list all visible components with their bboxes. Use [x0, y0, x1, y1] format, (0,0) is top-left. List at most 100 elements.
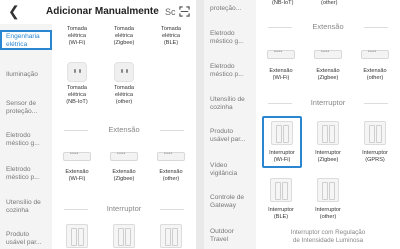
tile-label: Extensão	[112, 169, 136, 175]
sidebar-item-label: Produto usável par...	[210, 128, 246, 143]
tile-label: Extensão	[316, 68, 340, 74]
device-tile[interactable]: Tomada elétrica (NB-IoT)	[55, 62, 99, 105]
device-tile[interactable]	[149, 224, 193, 248]
device-tile[interactable]: Tomada elétrica (Zigbee)	[102, 26, 146, 46]
sidebar-item-sensor[interactable]: Sensor de proteção...	[0, 100, 46, 116]
top-bar: ❮ Adicionar Manualmente Sc	[0, 0, 196, 24]
device-tile[interactable]: Interruptor (BLE)	[259, 178, 303, 221]
tile-label: Tomada	[67, 26, 87, 32]
sidebar-item-cozinha[interactable]: Utensílio de cozinha	[204, 96, 250, 112]
device-tile[interactable]: Extensão (other)	[149, 151, 193, 183]
section-header-interruptor: Interruptor	[256, 98, 400, 108]
device-tile[interactable]: Extensão (Wi-Fi)	[259, 49, 303, 82]
tile-label: (Wi-Fi)	[273, 156, 291, 163]
chevron-left-icon[interactable]: ❮	[8, 4, 22, 18]
tile-label: (NB-IoT)	[272, 0, 294, 6]
tile-label: Tomada	[114, 85, 134, 91]
sidebar-item-usavel[interactable]: Produto usável par...	[0, 231, 46, 247]
tile-label: Interruptor	[315, 150, 341, 156]
scan-label[interactable]: Sc	[165, 7, 176, 17]
screen-divider	[196, 0, 204, 249]
sidebar-item-video[interactable]: Vídeo vigilância	[204, 162, 250, 178]
sidebar-item-eletrodo-g[interactable]: Eletrodo méstico g...	[0, 132, 46, 148]
sidebar-item-label: Utensílio de cozinha	[6, 199, 41, 214]
tile-label: (NB-IoT)	[66, 98, 88, 105]
power-strip-icon	[267, 49, 295, 59]
device-tile[interactable]	[55, 224, 99, 248]
tile-label: (Zigbee)	[317, 74, 339, 81]
sidebar-item-label: Utensílio de cozinha	[210, 96, 245, 111]
sidebar-item-label: Iluminação	[6, 71, 38, 78]
tile-label: (other)	[319, 213, 337, 220]
tile-label: (BLE)	[273, 213, 289, 220]
tile-label: elétrica	[114, 91, 134, 98]
section-header-extensao: Extensão	[256, 22, 400, 32]
tile-label: Tomada	[161, 26, 181, 32]
section-header-extensao: Extensão	[52, 125, 196, 135]
switch-icon	[271, 121, 293, 145]
sidebar-item-gateway[interactable]: Controle de Gateway	[204, 194, 250, 210]
device-tile[interactable]: Interruptor (other)	[306, 178, 350, 221]
tile-label: (GPRS)	[365, 156, 385, 163]
device-tile[interactable]: Interruptor (GPRS)	[353, 121, 397, 164]
switch-icon	[270, 178, 292, 202]
sidebar-item-protecao[interactable]: proteção...	[204, 5, 256, 13]
tile-label: (other)	[115, 98, 133, 105]
tile-label: Tomada	[114, 26, 134, 32]
device-tile[interactable]	[102, 224, 146, 248]
category-sidebar: Engenharia elétrica Iluminação Sensor de…	[0, 24, 52, 249]
device-tile[interactable]: Interruptor (Zigbee)	[306, 121, 350, 164]
sidebar-item-label: Outdoor Travel	[210, 228, 234, 243]
tile-label: (other)	[366, 74, 384, 81]
device-tile[interactable]: Tomada elétrica (other)	[102, 62, 146, 105]
sidebar-item-outdoor[interactable]: Outdoor Travel	[204, 228, 250, 244]
tile-label: Tomada	[67, 85, 87, 91]
tile-label: (Zigbee)	[113, 39, 135, 46]
sidebar-item-usavel[interactable]: Produto usável par...	[204, 128, 250, 144]
section-header-dimmer: Interruptor com Regulação de Intensidade…	[256, 229, 400, 245]
device-tile-selected[interactable]: Interruptor (Wi-Fi)	[262, 116, 302, 168]
tile-label: (Wi-Fi)	[68, 39, 86, 46]
tile-label: (Wi-Fi)	[272, 74, 290, 81]
section-title: de Intensidade Luminosa	[292, 237, 364, 244]
sidebar-item-label: Eletrodo méstico p...	[210, 63, 244, 78]
sidebar-item-engenharia[interactable]: Engenharia elétrica	[0, 30, 52, 50]
scan-icon[interactable]	[179, 6, 190, 17]
device-grid: (NB-IoT) (other) Extensão Extensão (Wi-F…	[256, 0, 400, 249]
sidebar-item-label: Engenharia elétrica	[6, 33, 40, 48]
tile-label: (Wi-Fi)	[68, 175, 86, 182]
tile-label: Interruptor	[315, 207, 341, 213]
sidebar-item-cozinha[interactable]: Utensílio de cozinha	[0, 199, 46, 215]
power-strip-icon	[157, 151, 185, 161]
device-tile[interactable]: Extensão (Wi-Fi)	[55, 151, 99, 183]
sidebar-item-label: Eletrodo méstico p...	[6, 166, 40, 181]
sidebar-item-label: Eletrodo méstico g...	[210, 30, 244, 45]
right-screen: proteção... Eletrodo méstico g... Eletro…	[204, 0, 400, 249]
power-strip-icon	[314, 49, 342, 59]
switch-icon	[66, 224, 88, 248]
device-tile[interactable]: Extensão (Zigbee)	[102, 151, 146, 183]
tile-label: (BLE)	[163, 39, 179, 46]
tile-label: Interruptor	[269, 150, 295, 156]
socket-icon	[114, 62, 134, 82]
tile-label: (other)	[162, 175, 180, 182]
device-tile[interactable]: Tomada elétrica (BLE)	[149, 26, 193, 46]
sidebar-item-eletrodo-p[interactable]: Eletrodo méstico p...	[204, 63, 250, 79]
tile-label: elétrica	[67, 32, 87, 39]
sidebar-item-eletrodo-p[interactable]: Eletrodo méstico p...	[0, 166, 46, 182]
sidebar-item-eletrodo-g[interactable]: Eletrodo méstico g...	[204, 30, 250, 46]
device-tile[interactable]: Extensão (other)	[353, 49, 397, 82]
sidebar-item-iluminacao[interactable]: Iluminação	[0, 71, 52, 79]
socket-icon	[67, 62, 87, 82]
section-header-interruptor: Interruptor	[52, 204, 196, 214]
tile-label: Extensão	[269, 68, 293, 74]
sidebar-item-label: Controle de Gateway	[210, 194, 245, 209]
sidebar-item-label: Produto usável par...	[6, 231, 42, 246]
device-tile[interactable]: Extensão (Zigbee)	[306, 49, 350, 82]
switch-icon	[317, 178, 339, 202]
page-title: Adicionar Manualmente	[46, 6, 159, 17]
device-tile[interactable]: Tomada elétrica (Wi-Fi)	[55, 26, 99, 46]
tile-label: elétrica	[161, 32, 181, 39]
switch-icon	[160, 224, 182, 248]
tile-label: elétrica	[114, 32, 134, 39]
